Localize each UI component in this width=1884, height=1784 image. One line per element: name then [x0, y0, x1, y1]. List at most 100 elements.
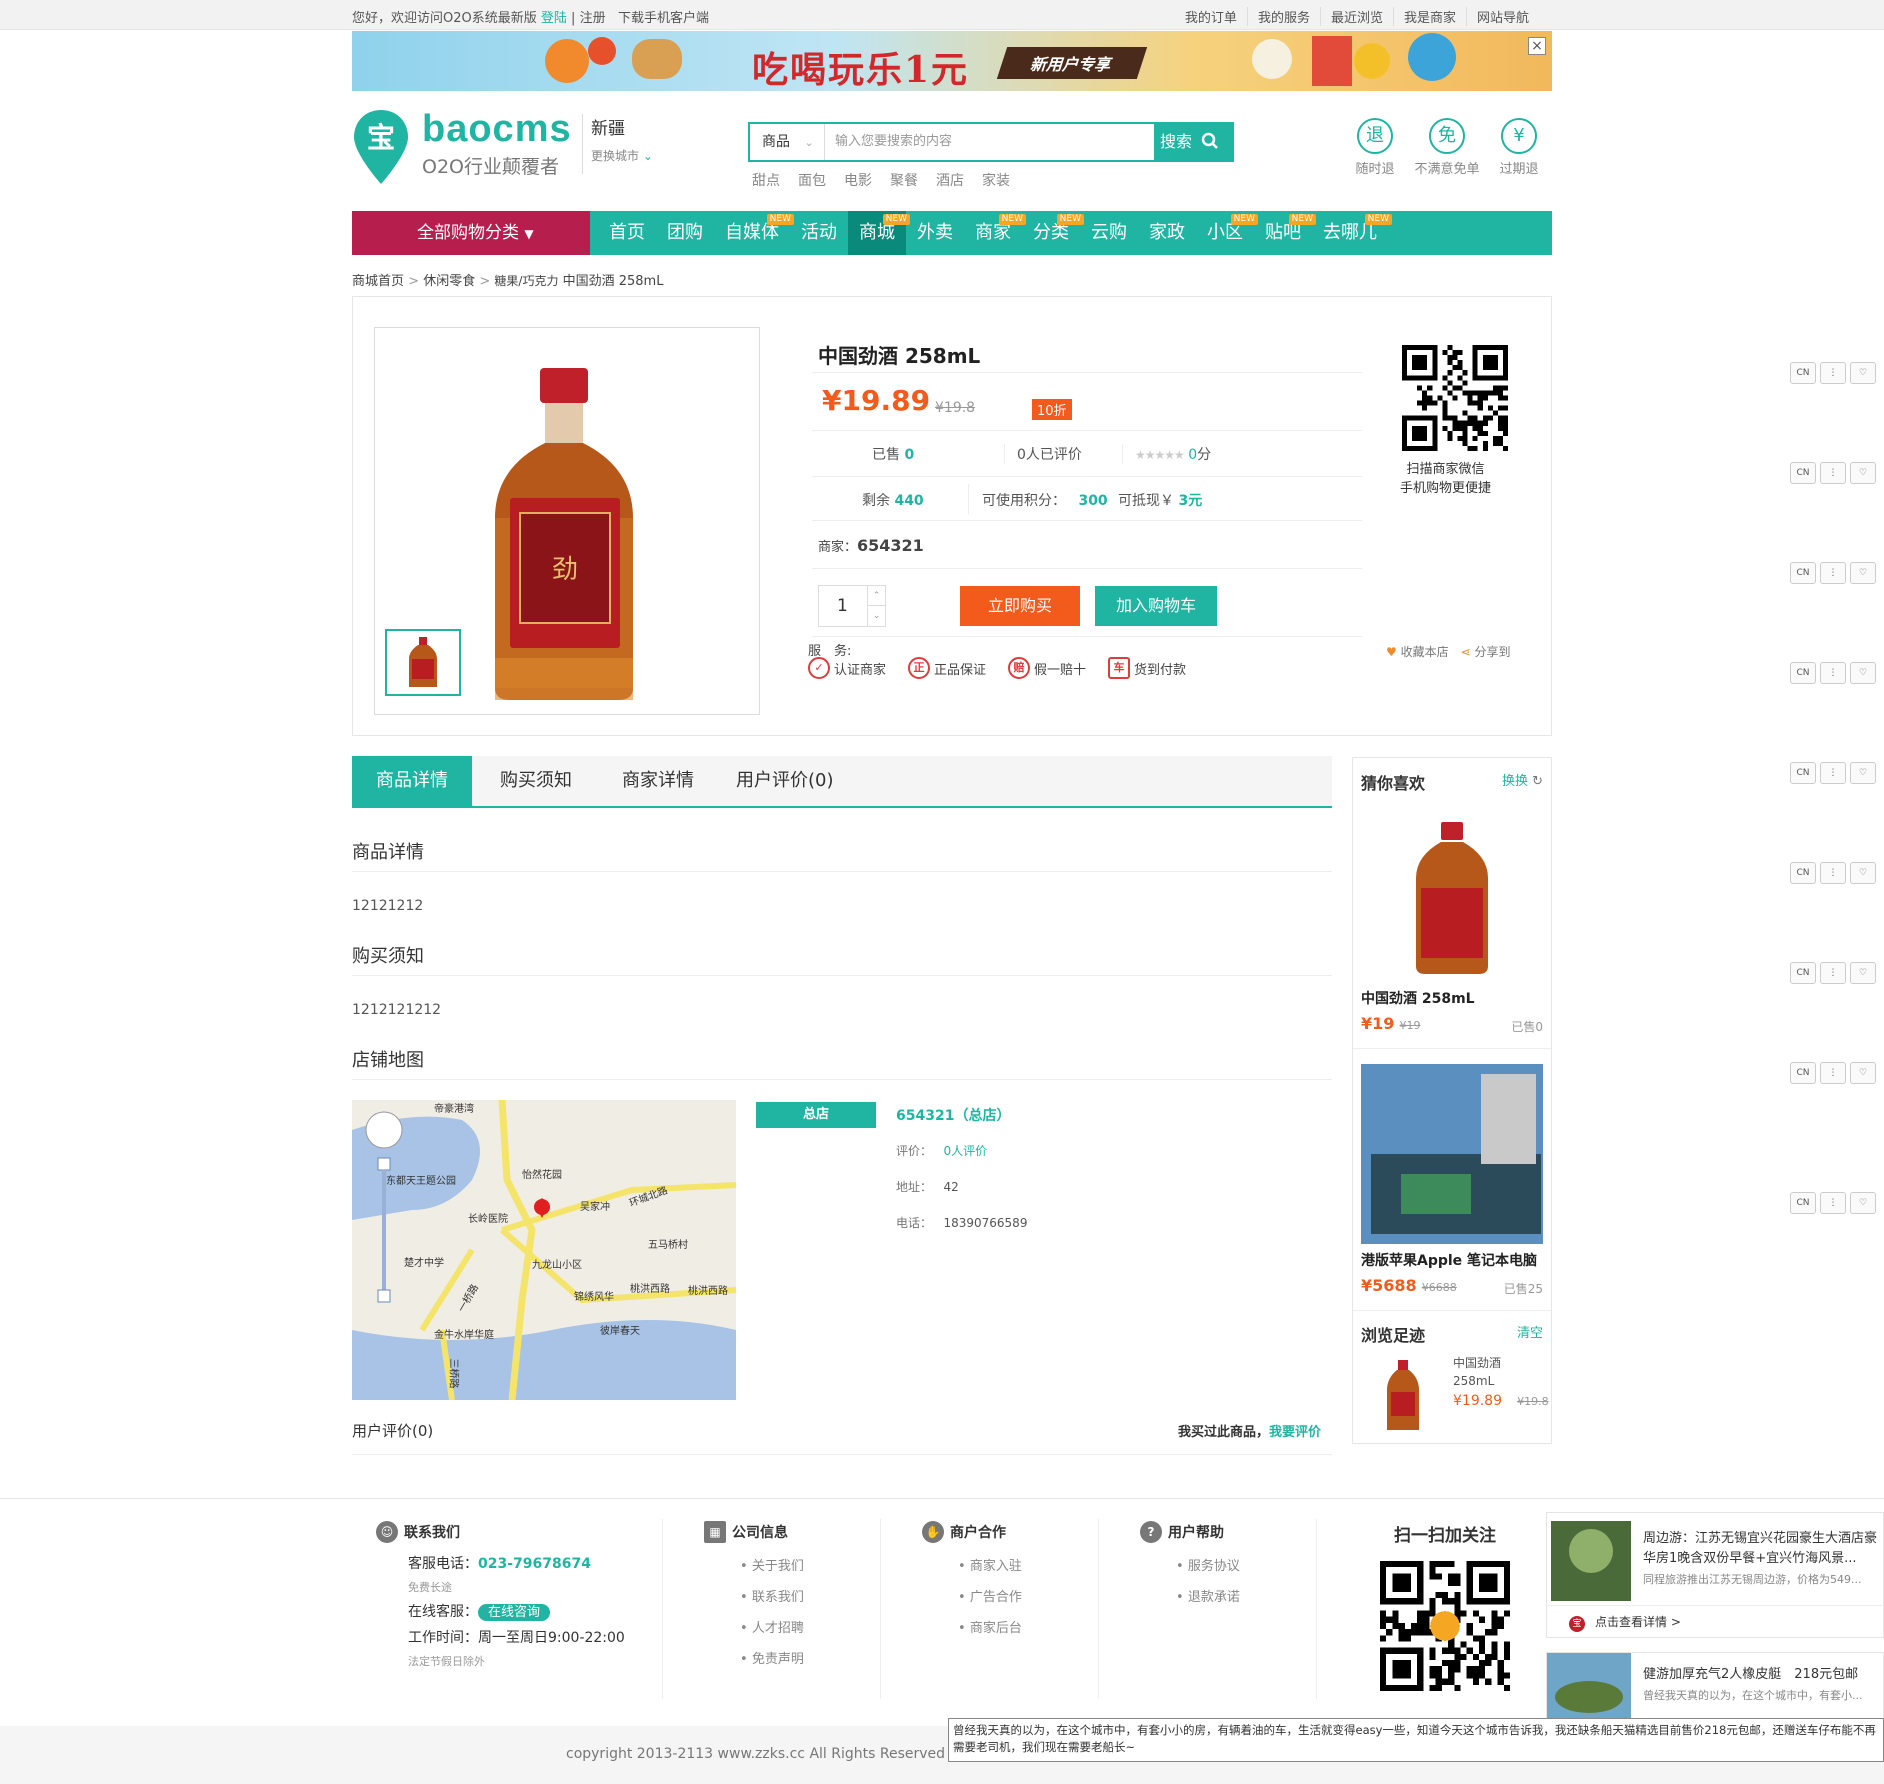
promise-expired-refund[interactable]: ¥ 过期退 [1494, 118, 1544, 177]
nav-item[interactable]: 贴吧 NEW [1254, 211, 1316, 255]
share-button[interactable]: ⋖ 分享到 [1461, 643, 1511, 660]
ad-detail-link[interactable]: 宝点击查看详情 > [1569, 1613, 1681, 1632]
nav-item[interactable]: 分类 NEW [1022, 211, 1084, 255]
recommend-name[interactable]: 中国劲酒 258mL [1361, 988, 1475, 1008]
more-button[interactable]: ⋮ [1820, 662, 1846, 684]
register-link[interactable]: 注册 [580, 11, 606, 26]
lang-button[interactable]: CN [1790, 662, 1816, 684]
recommend-name[interactable]: 港版苹果Apple 笔记本电脑 [1361, 1250, 1537, 1270]
nav-item[interactable]: 去哪儿 NEW [1312, 211, 1392, 255]
favorite-icon[interactable]: ♡ [1850, 1062, 1876, 1084]
favorite-store-button[interactable]: ♥ 收藏本店 [1386, 643, 1449, 660]
lang-button[interactable]: CN [1790, 862, 1816, 884]
footer-link[interactable]: • 关于我们 [704, 1555, 804, 1574]
footer-link[interactable]: • 联系我们 [704, 1586, 804, 1605]
breadcrumb-item[interactable]: 休闲零食 [423, 274, 475, 289]
lang-button[interactable]: CN [1790, 1062, 1816, 1084]
merchant-link[interactable]: 我是商家 [1392, 7, 1466, 26]
ad-card[interactable]: 周边游：江苏无锡宜兴花园豪生大酒店豪华房1晚含双份早餐+宜兴竹海风景... 同程… [1546, 1512, 1884, 1638]
store-map[interactable]: 帝豪港湾 东都天王题公园 怡然花园 吴家冲 环城北路 长岭医院 五马桥村 楚才中… [352, 1100, 736, 1400]
lang-button[interactable]: CN [1790, 562, 1816, 584]
lang-button[interactable]: CN [1790, 962, 1816, 984]
banner-close-button[interactable]: × [1528, 37, 1546, 55]
more-button[interactable]: ⋮ [1820, 762, 1846, 784]
more-button[interactable]: ⋮ [1820, 1192, 1846, 1214]
favorite-icon[interactable]: ♡ [1850, 562, 1876, 584]
favorite-icon[interactable]: ♡ [1850, 362, 1876, 384]
hot-keyword[interactable]: 酒店 [936, 170, 964, 190]
recommend-card[interactable] [1361, 816, 1543, 984]
footer-link[interactable]: • 商家后台 [922, 1617, 1022, 1636]
site-nav-link[interactable]: 网站导航 [1465, 7, 1539, 26]
hot-keyword[interactable]: 电影 [844, 170, 872, 190]
history-image[interactable] [1383, 1358, 1423, 1434]
login-link[interactable]: 登陆 [541, 11, 567, 26]
tab-user-reviews[interactable]: 用户评价(0) [736, 756, 834, 806]
hot-keyword[interactable]: 聚餐 [890, 170, 918, 190]
recent-browse-link[interactable]: 最近浏览 [1319, 7, 1393, 26]
nav-item[interactable]: 首页 [598, 211, 656, 255]
nav-item[interactable]: 商城 NEW [848, 211, 910, 255]
promise-free-if-unsatisfied[interactable]: 免不满意免单 [1414, 118, 1480, 177]
more-button[interactable]: ⋮ [1820, 462, 1846, 484]
search-input[interactable]: 输入您要搜索的内容 [825, 124, 1154, 160]
add-to-cart-button[interactable]: 加入购物车 [1095, 586, 1217, 626]
nav-item[interactable]: 家政 [1138, 211, 1196, 255]
hot-keyword[interactable]: 甜点 [752, 170, 780, 190]
favorite-icon[interactable]: ♡ [1850, 1192, 1876, 1214]
footer-link[interactable]: • 免责声明 [704, 1648, 804, 1667]
logo-pin-icon[interactable]: 宝 [352, 108, 410, 186]
more-button[interactable]: ⋮ [1820, 862, 1846, 884]
breadcrumb-item[interactable]: 商城首页 [352, 274, 404, 289]
more-button[interactable]: ⋮ [1820, 362, 1846, 384]
tab-purchase-notice[interactable]: 购买须知 [500, 756, 572, 806]
recommend-card[interactable] [1361, 1064, 1543, 1244]
write-review-link[interactable]: 我要评价 [1269, 1425, 1321, 1440]
ad-card[interactable]: 健游加厚充气2人橡皮艇 218元包邮 曾经我天真的以为，在这个城市中，有套小..… [1546, 1652, 1884, 1726]
hot-keyword[interactable]: 家装 [982, 170, 1010, 190]
footer-link[interactable]: • 人才招聘 [704, 1617, 804, 1636]
favorite-icon[interactable]: ♡ [1850, 462, 1876, 484]
store-name[interactable]: 654321（总店） [896, 1105, 1010, 1125]
footer-link[interactable]: • 商家入驻 [922, 1555, 1022, 1574]
favorite-icon[interactable]: ♡ [1850, 662, 1876, 684]
tab-merchant-detail[interactable]: 商家详情 [622, 756, 694, 806]
footer-link[interactable]: • 广告合作 [922, 1586, 1022, 1605]
clear-history-button[interactable]: 清空 [1517, 1322, 1543, 1341]
logo-name[interactable]: baocms [422, 108, 572, 151]
lang-button[interactable]: CN [1790, 462, 1816, 484]
promo-banner[interactable]: 吃喝玩乐1元 新用户专享 × [352, 31, 1552, 91]
buy-now-button[interactable]: 立即购买 [960, 586, 1080, 626]
my-services-link[interactable]: 我的服务 [1246, 7, 1320, 26]
nav-item[interactable]: 小区 NEW [1196, 211, 1258, 255]
quantity-stepper[interactable]: 1 ⌃ ⌄ [818, 585, 886, 627]
footer-link[interactable]: • 退款承诺 [1140, 1586, 1240, 1605]
favorite-icon[interactable]: ♡ [1850, 862, 1876, 884]
promise-refund-anytime[interactable]: 退随时退 [1350, 118, 1400, 177]
product-thumbnail[interactable] [385, 629, 461, 696]
history-name[interactable]: 中国劲酒 258mL [1453, 1354, 1501, 1390]
lang-button[interactable]: CN [1790, 362, 1816, 384]
city-selector[interactable]: 新疆 更换城市 ⌄ [582, 114, 653, 174]
nav-item[interactable]: 自媒体 NEW [714, 211, 794, 255]
favorite-icon[interactable]: ♡ [1850, 762, 1876, 784]
search-category-select[interactable]: 商品 ⌄ [750, 124, 825, 160]
lang-button[interactable]: CN [1790, 1192, 1816, 1214]
online-consult-button[interactable]: 在线咨询 [478, 1604, 551, 1621]
chevron-down-icon[interactable]: ⌄ [868, 606, 885, 626]
breadcrumb-item[interactable]: 糖果/巧克力 [494, 274, 558, 288]
change-city-link[interactable]: 更换城市 [591, 149, 639, 163]
chevron-up-icon[interactable]: ⌃ [868, 586, 885, 606]
lang-button[interactable]: CN [1790, 762, 1816, 784]
all-categories-button[interactable]: 全部购物分类 ▼ [352, 211, 590, 255]
more-button[interactable]: ⋮ [1820, 562, 1846, 584]
nav-item[interactable]: 外卖 [906, 211, 964, 255]
nav-item[interactable]: 活动 [790, 211, 848, 255]
nav-item[interactable]: 云购 [1080, 211, 1138, 255]
footer-link[interactable]: • 服务协议 [1140, 1555, 1240, 1574]
tab-product-detail[interactable]: 商品详情 [352, 756, 472, 806]
search-button[interactable]: 搜索 [1154, 124, 1232, 160]
nav-item[interactable]: 商家 NEW [964, 211, 1026, 255]
hot-keyword[interactable]: 面包 [798, 170, 826, 190]
more-button[interactable]: ⋮ [1820, 962, 1846, 984]
